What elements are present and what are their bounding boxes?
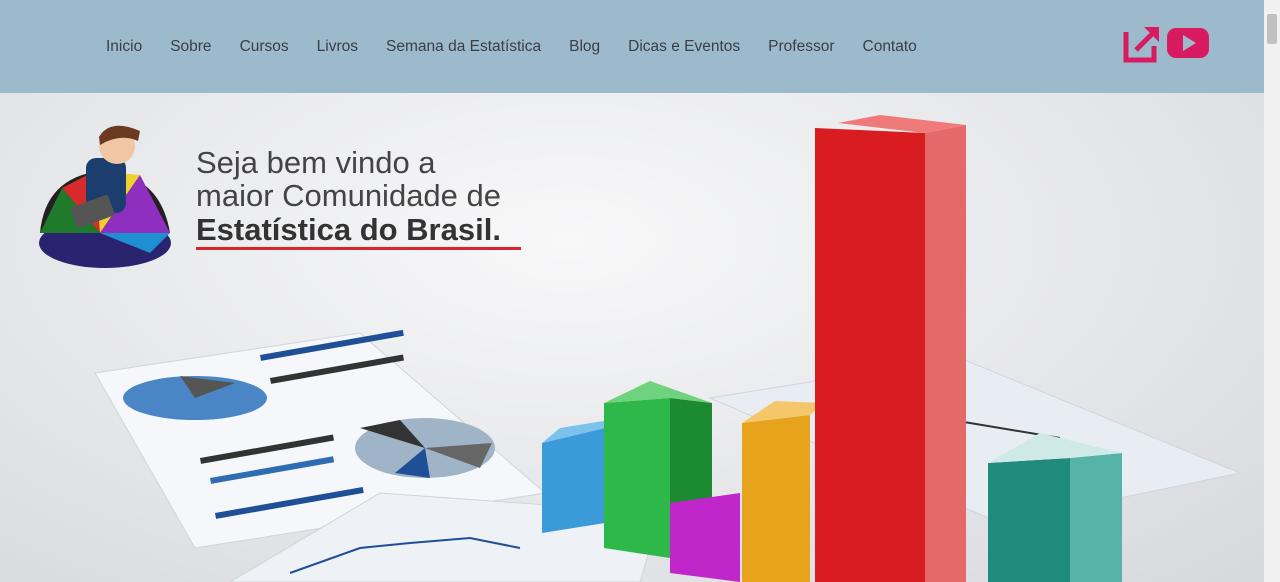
nav-item-livros[interactable]: Livros [303, 38, 372, 56]
mascot-logo [39, 125, 171, 268]
nav-item-cursos[interactable]: Cursos [226, 38, 303, 56]
top-navigation-bar: Inicio Sobre Cursos Livros Semana da Est… [0, 0, 1264, 93]
scrollbar-thumb[interactable] [1267, 14, 1277, 44]
welcome-heading: Seja bem vindo a maior Comunidade de Est… [196, 146, 501, 248]
main-nav: Inicio Sobre Cursos Livros Semana da Est… [92, 0, 931, 93]
heading-underline [196, 247, 521, 250]
nav-item-blog[interactable]: Blog [555, 38, 614, 56]
bar-chart-3d [542, 115, 1122, 582]
welcome-line-3: Estatística do Brasil. [196, 212, 501, 247]
vertical-scrollbar[interactable] [1264, 0, 1280, 582]
welcome-line-1: Seja bem vindo a [196, 145, 436, 180]
nav-item-contato[interactable]: Contato [849, 38, 931, 56]
social-icons [1122, 22, 1210, 69]
nav-item-inicio[interactable]: Inicio [92, 38, 156, 56]
youtube-icon[interactable] [1166, 22, 1210, 69]
nav-item-professor[interactable]: Professor [754, 38, 848, 56]
hero-banner: Seja bem vindo a maior Comunidade de Est… [0, 93, 1264, 582]
nav-item-dicas-e-eventos[interactable]: Dicas e Eventos [614, 38, 754, 56]
nav-item-sobre[interactable]: Sobre [156, 38, 225, 56]
nav-item-semana-da-estatistica[interactable]: Semana da Estatística [372, 38, 555, 56]
welcome-line-2: maior Comunidade de [196, 178, 502, 213]
hero-illustration [39, 115, 1242, 582]
external-link-icon[interactable] [1122, 22, 1162, 69]
